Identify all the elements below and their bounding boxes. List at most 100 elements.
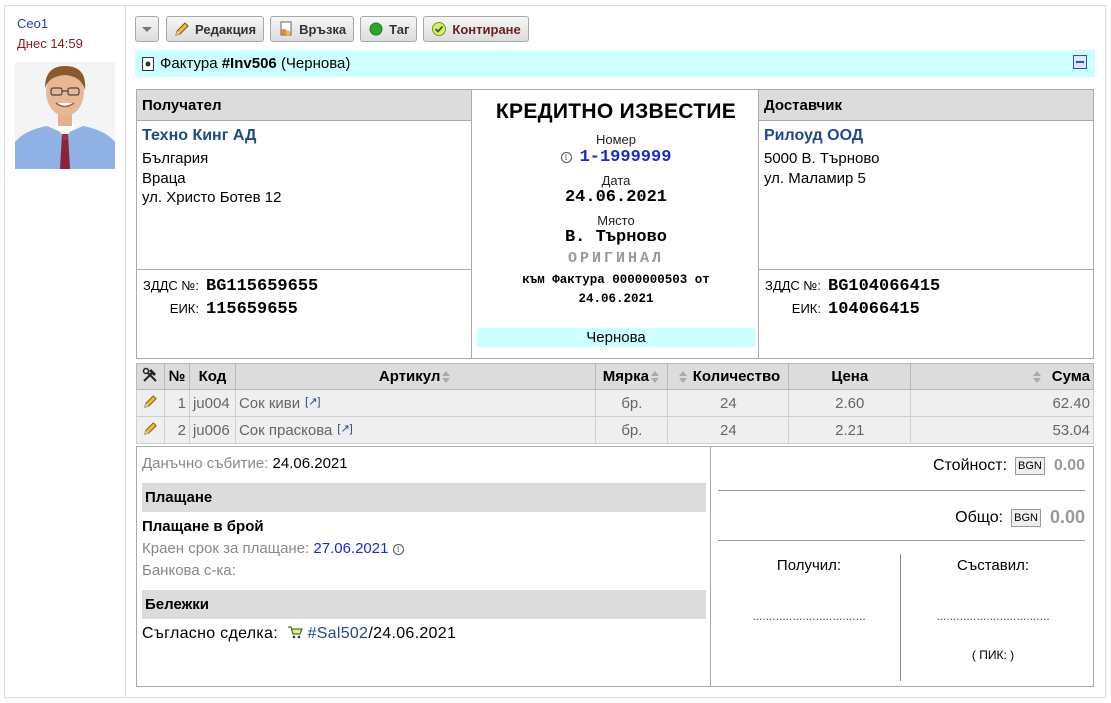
row-price: 2.21 [788, 416, 912, 444]
edit-button[interactable]: Редакция [166, 16, 265, 42]
total-amount: 0.00 [1049, 507, 1085, 527]
collapse-icon[interactable] [1073, 55, 1087, 69]
document-title: КРЕДИТНО ИЗВЕСТИЕ [495, 100, 737, 123]
row-edit-cell [136, 416, 165, 444]
recipient-vat: BG115659655 [206, 277, 319, 296]
items-table: № Код Артикул Мярка Количество Цена Сума… [136, 363, 1094, 444]
table-row: 2 ju006 Сок праскова [↗] бр. 24 2.21 53.0… [136, 416, 1094, 444]
tools-column-header [136, 363, 165, 390]
currency-badge: BGN [1011, 508, 1041, 527]
column-header-sum[interactable]: Сума [910, 363, 1094, 390]
external-link-icon[interactable]: [↗] [305, 396, 320, 408]
recipient-eik: 115659655 [206, 300, 298, 319]
recipient-company[interactable]: Техно Кинг АД [142, 127, 466, 145]
supplier-vat-label: ЗДДС №: [764, 278, 821, 293]
number-label: Номер [595, 132, 636, 147]
post-button[interactable]: Контиране [423, 16, 529, 42]
supplier-header: Доставчик [759, 90, 1093, 121]
pencil-icon [174, 21, 190, 37]
article-header-label: Артикул [378, 368, 441, 385]
sort-icon[interactable] [651, 371, 660, 384]
recipient-address-country: България [142, 150, 209, 167]
total-row: Общо: BGN 0.00 [955, 507, 1085, 528]
column-header-code: Код [188, 363, 236, 390]
divider [718, 540, 1085, 541]
value-amount: 0.00 [1053, 457, 1085, 474]
recipient-address-street: ул. Христо Ботев 12 [142, 189, 282, 206]
currency-badge: BGN [1015, 457, 1045, 475]
qty-header-label: Количество [692, 368, 781, 385]
compiled-dots: .................................. [936, 609, 1050, 623]
sort-icon[interactable] [1033, 371, 1042, 384]
supplier-ids: ЗДДС №: BG104066415 ЕИК: 104066415 [759, 269, 1093, 358]
recipient-ids: ЗДДС №: BG115659655 ЕИК: 115659655 [137, 269, 471, 358]
info-icon[interactable]: i [392, 543, 404, 555]
bank-account-label: Банкова с-ка: [142, 562, 236, 579]
reference-line-1: към Фактура 0000000503 от [522, 273, 710, 287]
due-date: 27.06.2021 [313, 540, 389, 557]
sort-icon[interactable] [442, 371, 451, 384]
document-type-label: Фактура [160, 55, 218, 72]
table-header-row: № Код Артикул Мярка Количество Цена Сума [136, 363, 1094, 390]
supplier-eik-label: ЕИК: [791, 301, 821, 316]
link-button-label: Връзка [299, 21, 347, 37]
row-measure: бр. [595, 389, 669, 417]
author-column: Ceo1 Днес 14:59 [5, 6, 126, 697]
green-circle-icon [368, 21, 384, 37]
row-measure: бр. [595, 416, 669, 444]
compiled-label: Съставил: [956, 557, 1030, 574]
value-row: Стойност: BGN 0.00 [933, 457, 1085, 475]
reference-line-2: 24.06.2021 [578, 292, 654, 306]
check-circle-icon [431, 21, 447, 37]
column-header-article[interactable]: Артикул [234, 363, 597, 390]
link-icon [278, 21, 294, 37]
edit-button-label: Редакция [195, 21, 257, 37]
tag-button-label: Таг [389, 21, 410, 37]
post-button-label: Контиране [452, 21, 521, 37]
tools-icon [143, 367, 158, 382]
row-price: 2.60 [788, 389, 912, 417]
sum-header-label: Сума [1051, 368, 1090, 385]
row-qty: 24 [667, 416, 790, 444]
link-button[interactable]: Връзка [270, 16, 355, 42]
footer-details: Данъчно събитие: 24.06.2021 Плащане Плащ… [137, 447, 711, 686]
column-header-qty[interactable]: Количество [667, 363, 790, 390]
author-name[interactable]: Ceo1 [17, 16, 48, 31]
document-footer: Данъчно събитие: 24.06.2021 Плащане Плащ… [136, 446, 1094, 687]
supplier-block: Доставчик Рилоуд ООД 5000 В. Търново ул.… [758, 90, 1093, 358]
row-sum: 62.40 [910, 389, 1094, 417]
options-dropdown-button[interactable] [135, 16, 159, 42]
document-icon [142, 56, 154, 71]
external-link-icon[interactable]: [↗] [337, 423, 352, 435]
value-label: Стойност: [932, 457, 1008, 474]
user-avatar-icon [15, 62, 115, 169]
recipient-block: Получател Техно Кинг АД България Враца у… [137, 90, 472, 358]
toolbar: Редакция Връзка Таг Контиране [135, 16, 535, 42]
document-date: 24.06.2021 [564, 188, 668, 207]
document-title-bar: Фактура #Inv506 (Чернова) [135, 50, 1095, 77]
row-sum: 53.04 [910, 416, 1094, 444]
chevron-down-icon [142, 26, 152, 32]
column-header-price: Цена [788, 363, 912, 390]
row-article: Сок киви [↗] [234, 389, 597, 417]
compiled-signature: Съставил: ..............................… [901, 554, 1085, 681]
info-icon[interactable]: i [560, 151, 572, 163]
payment-section-header: Плащане [142, 483, 706, 512]
row-qty: 24 [667, 389, 790, 417]
notes-section-header: Бележки [142, 590, 706, 619]
row-code: ju006 [188, 416, 236, 444]
tax-event-date: 24.06.2021 [272, 455, 348, 472]
supplier-eik: 104066415 [828, 300, 920, 319]
received-label: Получил: [776, 557, 842, 574]
sort-icon[interactable] [678, 371, 687, 384]
row-article: Сок праскова [↗] [234, 416, 597, 444]
due-date-label: Краен срок за плащане: [142, 540, 310, 557]
supplier-address-street: ул. Маламир 5 [764, 169, 866, 187]
row-num: 2 [163, 416, 190, 444]
deal-link[interactable]: #Sal502 [308, 625, 369, 642]
column-header-measure[interactable]: Мярка [595, 363, 669, 390]
pik-label: ( ПИК: ) [971, 648, 1015, 662]
measure-header-label: Мярка [602, 368, 650, 385]
supplier-company[interactable]: Рилоуд ООД [764, 127, 1088, 145]
tag-button[interactable]: Таг [360, 16, 418, 42]
